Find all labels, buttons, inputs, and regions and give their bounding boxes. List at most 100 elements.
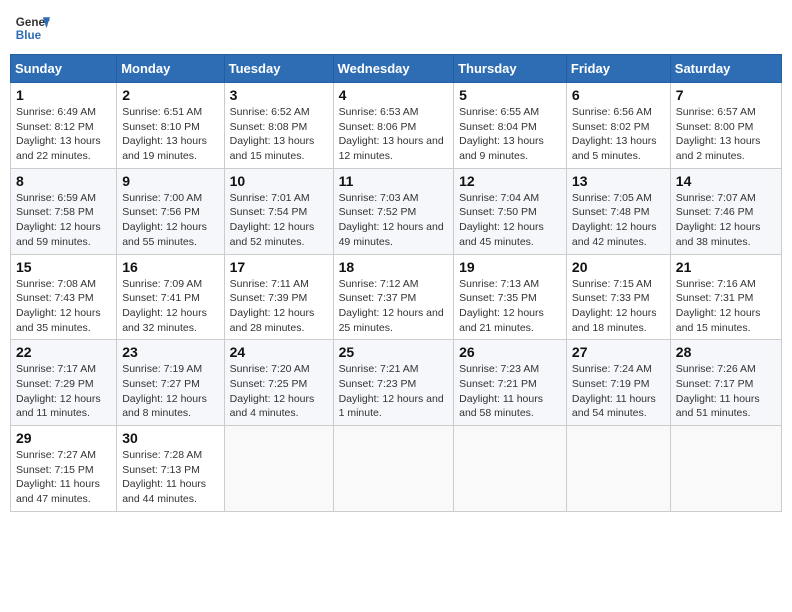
- calendar-cell: 22 Sunrise: 7:17 AMSunset: 7:29 PMDaylig…: [11, 340, 117, 426]
- calendar-cell: 17 Sunrise: 7:11 AMSunset: 7:39 PMDaylig…: [224, 254, 333, 340]
- day-number: 28: [676, 344, 776, 360]
- day-info: Sunrise: 7:11 AMSunset: 7:39 PMDaylight:…: [230, 277, 328, 336]
- calendar-cell: 16 Sunrise: 7:09 AMSunset: 7:41 PMDaylig…: [117, 254, 224, 340]
- day-info: Sunrise: 6:56 AMSunset: 8:02 PMDaylight:…: [572, 105, 665, 164]
- calendar-cell: 30 Sunrise: 7:28 AMSunset: 7:13 PMDaylig…: [117, 426, 224, 512]
- calendar-cell: 13 Sunrise: 7:05 AMSunset: 7:48 PMDaylig…: [566, 168, 670, 254]
- day-number: 6: [572, 87, 665, 103]
- week-row-4: 22 Sunrise: 7:17 AMSunset: 7:29 PMDaylig…: [11, 340, 782, 426]
- day-info: Sunrise: 7:15 AMSunset: 7:33 PMDaylight:…: [572, 277, 665, 336]
- day-info: Sunrise: 7:09 AMSunset: 7:41 PMDaylight:…: [122, 277, 218, 336]
- calendar-cell: [224, 426, 333, 512]
- week-row-1: 1 Sunrise: 6:49 AMSunset: 8:12 PMDayligh…: [11, 83, 782, 169]
- day-number: 5: [459, 87, 561, 103]
- day-number: 16: [122, 259, 218, 275]
- calendar-cell: [670, 426, 781, 512]
- day-number: 23: [122, 344, 218, 360]
- col-header-wednesday: Wednesday: [333, 55, 454, 83]
- day-number: 24: [230, 344, 328, 360]
- calendar-cell: 18 Sunrise: 7:12 AMSunset: 7:37 PMDaylig…: [333, 254, 454, 340]
- day-number: 21: [676, 259, 776, 275]
- calendar-cell: 26 Sunrise: 7:23 AMSunset: 7:21 PMDaylig…: [454, 340, 567, 426]
- calendar-table: SundayMondayTuesdayWednesdayThursdayFrid…: [10, 54, 782, 512]
- day-number: 9: [122, 173, 218, 189]
- day-info: Sunrise: 6:49 AMSunset: 8:12 PMDaylight:…: [16, 105, 111, 164]
- calendar-cell: 7 Sunrise: 6:57 AMSunset: 8:00 PMDayligh…: [670, 83, 781, 169]
- calendar-cell: 6 Sunrise: 6:56 AMSunset: 8:02 PMDayligh…: [566, 83, 670, 169]
- calendar-cell: 5 Sunrise: 6:55 AMSunset: 8:04 PMDayligh…: [454, 83, 567, 169]
- day-info: Sunrise: 7:21 AMSunset: 7:23 PMDaylight:…: [339, 362, 449, 421]
- calendar-cell: 2 Sunrise: 6:51 AMSunset: 8:10 PMDayligh…: [117, 83, 224, 169]
- col-header-thursday: Thursday: [454, 55, 567, 83]
- day-info: Sunrise: 7:04 AMSunset: 7:50 PMDaylight:…: [459, 191, 561, 250]
- calendar-cell: 1 Sunrise: 6:49 AMSunset: 8:12 PMDayligh…: [11, 83, 117, 169]
- day-info: Sunrise: 7:12 AMSunset: 7:37 PMDaylight:…: [339, 277, 449, 336]
- day-info: Sunrise: 7:19 AMSunset: 7:27 PMDaylight:…: [122, 362, 218, 421]
- col-header-monday: Monday: [117, 55, 224, 83]
- calendar-cell: 12 Sunrise: 7:04 AMSunset: 7:50 PMDaylig…: [454, 168, 567, 254]
- calendar-cell: 28 Sunrise: 7:26 AMSunset: 7:17 PMDaylig…: [670, 340, 781, 426]
- calendar-cell: 14 Sunrise: 7:07 AMSunset: 7:46 PMDaylig…: [670, 168, 781, 254]
- day-number: 10: [230, 173, 328, 189]
- day-number: 7: [676, 87, 776, 103]
- calendar-cell: 11 Sunrise: 7:03 AMSunset: 7:52 PMDaylig…: [333, 168, 454, 254]
- calendar-cell: 10 Sunrise: 7:01 AMSunset: 7:54 PMDaylig…: [224, 168, 333, 254]
- day-info: Sunrise: 7:28 AMSunset: 7:13 PMDaylight:…: [122, 448, 218, 507]
- day-number: 11: [339, 173, 449, 189]
- day-info: Sunrise: 7:13 AMSunset: 7:35 PMDaylight:…: [459, 277, 561, 336]
- calendar-cell: 24 Sunrise: 7:20 AMSunset: 7:25 PMDaylig…: [224, 340, 333, 426]
- col-header-sunday: Sunday: [11, 55, 117, 83]
- calendar-cell: [333, 426, 454, 512]
- calendar-cell: 23 Sunrise: 7:19 AMSunset: 7:27 PMDaylig…: [117, 340, 224, 426]
- page-header: General Blue: [10, 10, 782, 46]
- day-info: Sunrise: 7:03 AMSunset: 7:52 PMDaylight:…: [339, 191, 449, 250]
- day-number: 13: [572, 173, 665, 189]
- calendar-cell: 4 Sunrise: 6:53 AMSunset: 8:06 PMDayligh…: [333, 83, 454, 169]
- day-number: 4: [339, 87, 449, 103]
- col-header-saturday: Saturday: [670, 55, 781, 83]
- day-info: Sunrise: 6:52 AMSunset: 8:08 PMDaylight:…: [230, 105, 328, 164]
- day-number: 30: [122, 430, 218, 446]
- day-number: 29: [16, 430, 111, 446]
- day-number: 15: [16, 259, 111, 275]
- day-number: 26: [459, 344, 561, 360]
- day-number: 3: [230, 87, 328, 103]
- col-header-friday: Friday: [566, 55, 670, 83]
- day-info: Sunrise: 6:59 AMSunset: 7:58 PMDaylight:…: [16, 191, 111, 250]
- day-info: Sunrise: 6:51 AMSunset: 8:10 PMDaylight:…: [122, 105, 218, 164]
- day-number: 20: [572, 259, 665, 275]
- header-row: SundayMondayTuesdayWednesdayThursdayFrid…: [11, 55, 782, 83]
- day-number: 2: [122, 87, 218, 103]
- day-info: Sunrise: 7:05 AMSunset: 7:48 PMDaylight:…: [572, 191, 665, 250]
- day-number: 19: [459, 259, 561, 275]
- day-info: Sunrise: 7:00 AMSunset: 7:56 PMDaylight:…: [122, 191, 218, 250]
- day-info: Sunrise: 6:57 AMSunset: 8:00 PMDaylight:…: [676, 105, 776, 164]
- day-number: 25: [339, 344, 449, 360]
- day-info: Sunrise: 7:23 AMSunset: 7:21 PMDaylight:…: [459, 362, 561, 421]
- calendar-cell: [454, 426, 567, 512]
- day-number: 1: [16, 87, 111, 103]
- day-number: 22: [16, 344, 111, 360]
- day-info: Sunrise: 7:16 AMSunset: 7:31 PMDaylight:…: [676, 277, 776, 336]
- day-info: Sunrise: 7:17 AMSunset: 7:29 PMDaylight:…: [16, 362, 111, 421]
- day-info: Sunrise: 7:27 AMSunset: 7:15 PMDaylight:…: [16, 448, 111, 507]
- calendar-cell: 3 Sunrise: 6:52 AMSunset: 8:08 PMDayligh…: [224, 83, 333, 169]
- day-info: Sunrise: 6:53 AMSunset: 8:06 PMDaylight:…: [339, 105, 449, 164]
- day-number: 14: [676, 173, 776, 189]
- day-info: Sunrise: 7:08 AMSunset: 7:43 PMDaylight:…: [16, 277, 111, 336]
- col-header-tuesday: Tuesday: [224, 55, 333, 83]
- logo: General Blue: [14, 10, 50, 46]
- day-info: Sunrise: 7:24 AMSunset: 7:19 PMDaylight:…: [572, 362, 665, 421]
- calendar-cell: [566, 426, 670, 512]
- calendar-cell: 29 Sunrise: 7:27 AMSunset: 7:15 PMDaylig…: [11, 426, 117, 512]
- week-row-5: 29 Sunrise: 7:27 AMSunset: 7:15 PMDaylig…: [11, 426, 782, 512]
- calendar-cell: 20 Sunrise: 7:15 AMSunset: 7:33 PMDaylig…: [566, 254, 670, 340]
- day-number: 17: [230, 259, 328, 275]
- week-row-3: 15 Sunrise: 7:08 AMSunset: 7:43 PMDaylig…: [11, 254, 782, 340]
- calendar-cell: 27 Sunrise: 7:24 AMSunset: 7:19 PMDaylig…: [566, 340, 670, 426]
- day-info: Sunrise: 6:55 AMSunset: 8:04 PMDaylight:…: [459, 105, 561, 164]
- day-info: Sunrise: 7:01 AMSunset: 7:54 PMDaylight:…: [230, 191, 328, 250]
- day-number: 8: [16, 173, 111, 189]
- week-row-2: 8 Sunrise: 6:59 AMSunset: 7:58 PMDayligh…: [11, 168, 782, 254]
- day-info: Sunrise: 7:07 AMSunset: 7:46 PMDaylight:…: [676, 191, 776, 250]
